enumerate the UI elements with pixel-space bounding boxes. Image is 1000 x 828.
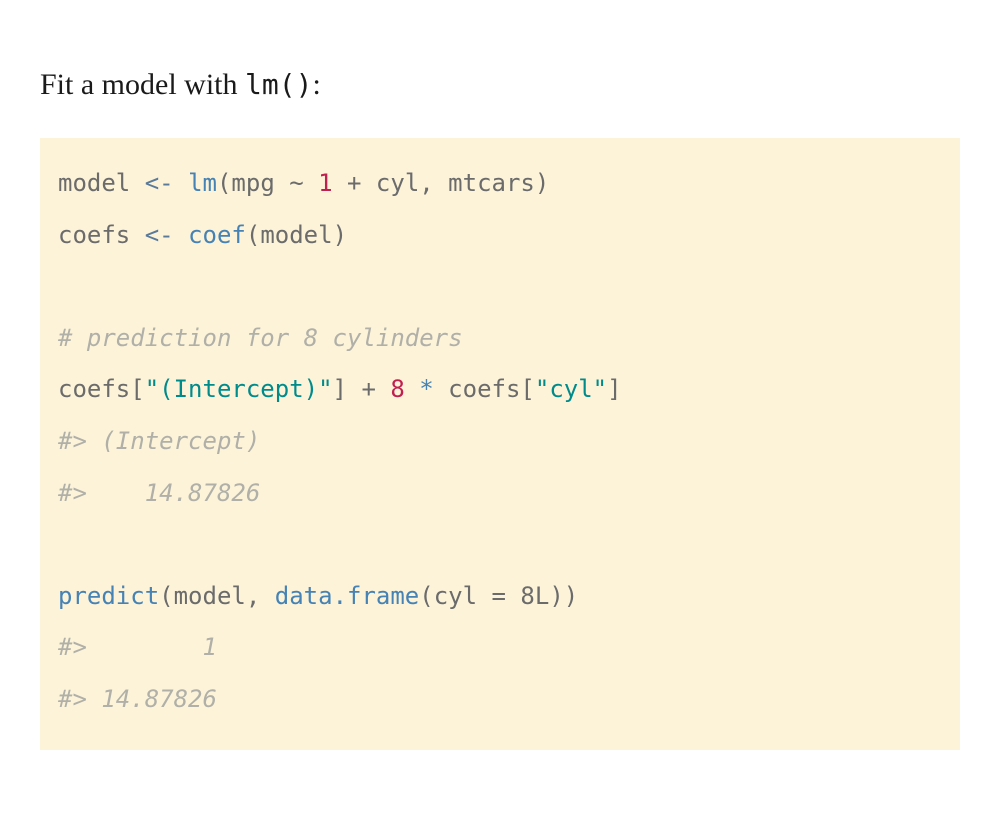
code-block: model <- lm(mpg ~ 1 + cyl, mtcars) coefs… [40, 138, 960, 750]
code-comment-1: # prediction for 8 cylinders [58, 324, 463, 352]
code-output-1: #> (Intercept) [58, 427, 275, 455]
code-line-1: model <- lm(mpg ~ 1 + cyl, mtcars) [58, 169, 549, 197]
code-line-4: coefs["(Intercept)"] + 8 * coefs["cyl"] [58, 375, 622, 403]
code-line-7: predict(model, data.frame(cyl = 8L)) [58, 582, 578, 610]
code-output-4: #> 14.87826 [58, 685, 217, 713]
heading-code: lm() [245, 68, 312, 101]
code-output-3: #> 1 [58, 633, 231, 661]
heading-prefix: Fit a model with [40, 68, 245, 101]
code-output-2: #> 14.87826 [58, 479, 260, 507]
heading: Fit a model with lm(): [40, 68, 960, 102]
heading-suffix: : [312, 68, 320, 101]
code-line-2: coefs <- coef(model) [58, 221, 347, 249]
